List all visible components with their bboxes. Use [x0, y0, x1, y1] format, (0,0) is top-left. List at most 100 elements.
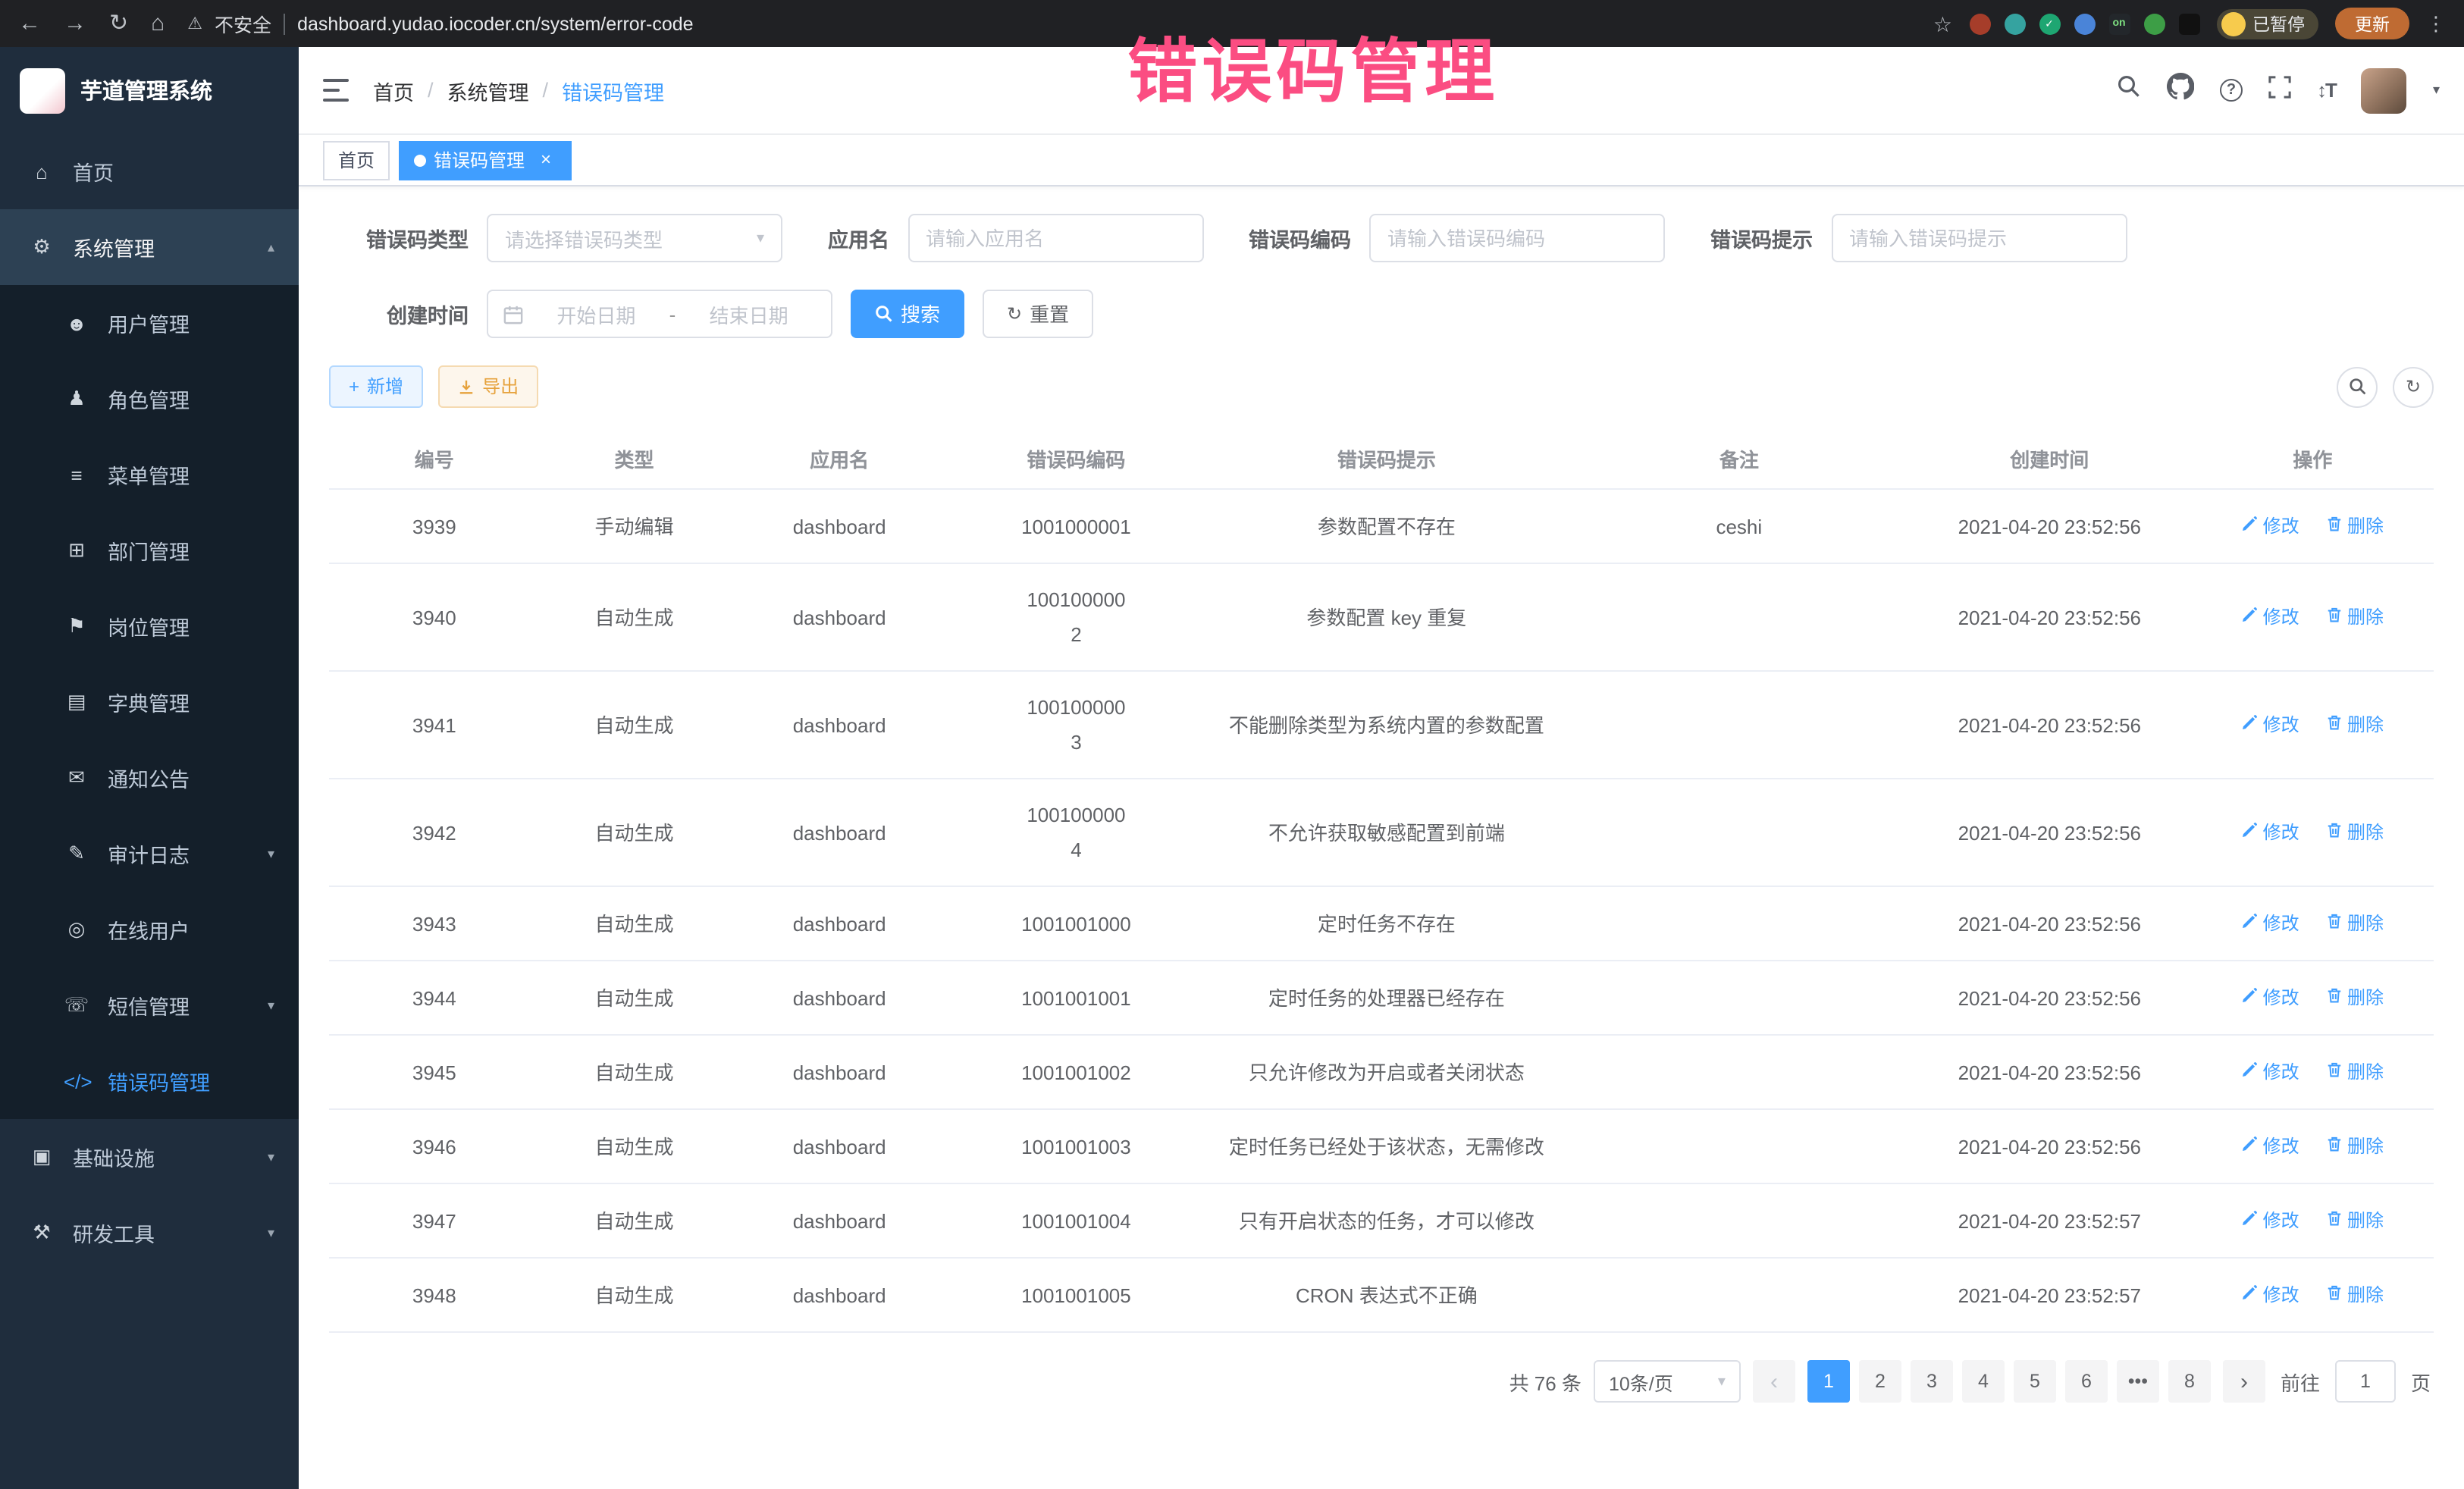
sidebar-item-audit-log[interactable]: ✎ 审计日志 ▾: [0, 816, 299, 892]
error-code-input[interactable]: [1369, 214, 1665, 262]
delete-link[interactable]: 删除: [2326, 1130, 2384, 1165]
sidebar-item-sms[interactable]: ☏ 短信管理 ▾: [0, 967, 299, 1043]
hamburger-icon[interactable]: [323, 79, 349, 102]
user-avatar[interactable]: [2362, 67, 2407, 113]
page-jump-input[interactable]: [2335, 1360, 2396, 1403]
tab-error-code[interactable]: 错误码管理 ×: [399, 140, 572, 180]
next-page-button[interactable]: ›: [2223, 1360, 2265, 1403]
font-size-icon[interactable]: ↕T: [2317, 79, 2336, 102]
breadcrumb-home[interactable]: 首页: [373, 75, 414, 105]
address-bar[interactable]: ⚠ 不安全 dashboard.yudao.iocoder.cn/system/…: [187, 9, 1917, 38]
error-type-select[interactable]: 请选择错误码类型 ▾: [487, 214, 782, 262]
add-button[interactable]: + 新增: [329, 365, 423, 408]
prev-page-button[interactable]: ‹: [1753, 1360, 1795, 1403]
home-icon[interactable]: ⌂: [151, 12, 165, 35]
refresh-table-button[interactable]: ↻: [2393, 366, 2434, 407]
error-hint-input[interactable]: [1831, 214, 2127, 262]
cell-message: 参数配置不存在: [1202, 489, 1571, 563]
extension-icon-4[interactable]: [2074, 13, 2095, 34]
fullscreen-icon[interactable]: [2268, 75, 2291, 105]
search-icon[interactable]: [2117, 74, 2141, 106]
delete-link[interactable]: 删除: [2326, 1204, 2384, 1239]
sidebar-item-dicts[interactable]: ▤ 字典管理: [0, 664, 299, 740]
delete-link[interactable]: 删除: [2326, 816, 2384, 851]
delete-link[interactable]: 删除: [2326, 981, 2384, 1016]
sidebar-item-online-users[interactable]: ◎ 在线用户: [0, 892, 299, 967]
reset-button[interactable]: ↻ 重置: [983, 290, 1093, 338]
cell-message: 定时任务已经处于该状态，无需修改: [1202, 1109, 1571, 1183]
forward-icon[interactable]: →: [64, 12, 86, 35]
edit-link[interactable]: 修改: [2242, 708, 2299, 743]
edit-link[interactable]: 修改: [2242, 1278, 2299, 1313]
cell-code: 1001000001: [950, 489, 1202, 563]
breadcrumb-system[interactable]: 系统管理: [447, 75, 529, 105]
delete-link[interactable]: 删除: [2326, 1278, 2384, 1313]
github-icon[interactable]: [2167, 73, 2194, 108]
app-name-input[interactable]: [908, 214, 1203, 262]
chevron-down-icon[interactable]: ▾: [2433, 82, 2440, 99]
extension-icon-5[interactable]: on: [2108, 13, 2130, 34]
sidebar-item-system[interactable]: ⚙ 系统管理 ▴: [0, 209, 299, 285]
page-button-4[interactable]: 4: [1962, 1360, 2005, 1403]
edit-link[interactable]: 修改: [2242, 816, 2299, 851]
trash-icon: [2326, 1130, 2343, 1165]
reload-icon[interactable]: ↻: [109, 12, 128, 35]
help-icon[interactable]: ?: [2220, 79, 2243, 102]
back-icon[interactable]: ←: [18, 12, 41, 35]
search-button[interactable]: 搜索: [851, 290, 964, 338]
delete-link[interactable]: 删除: [2326, 708, 2384, 743]
sidebar-item-posts[interactable]: ⚑ 岗位管理: [0, 588, 299, 664]
sidebar-item-users[interactable]: ☻ 用户管理: [0, 285, 299, 361]
profile-paused-badge[interactable]: 已暂停: [2216, 8, 2318, 39]
app-logo[interactable]: 芋道管理系统: [0, 47, 299, 133]
sidebar-item-dev-tools[interactable]: ⚒ 研发工具 ▾: [0, 1195, 299, 1271]
page-button-2[interactable]: 2: [1859, 1360, 1901, 1403]
page-button-1[interactable]: 1: [1807, 1360, 1850, 1403]
page-size-select[interactable]: 10条/页 ▾: [1594, 1360, 1741, 1403]
delete-link[interactable]: 删除: [2326, 600, 2384, 635]
edit-link[interactable]: 修改: [2242, 1130, 2299, 1165]
export-button[interactable]: 导出: [438, 365, 538, 408]
tab-home[interactable]: 首页: [323, 140, 390, 180]
extension-icon-2[interactable]: [2004, 13, 2025, 34]
show-search-button[interactable]: [2337, 366, 2378, 407]
edit-link[interactable]: 修改: [2242, 981, 2299, 1016]
page-more-button[interactable]: •••: [2117, 1360, 2159, 1403]
delete-link[interactable]: 删除: [2326, 1055, 2384, 1090]
page-button-8[interactable]: 8: [2168, 1360, 2211, 1403]
delete-link[interactable]: 删除: [2326, 907, 2384, 942]
filter-error-hint: 错误码提示: [1710, 214, 2127, 262]
sidebar-item-notices[interactable]: ✉ 通知公告: [0, 740, 299, 816]
edit-link[interactable]: 修改: [2242, 907, 2299, 942]
filter-label: 应用名: [828, 223, 908, 253]
cell-type: 手动编辑: [540, 489, 729, 563]
extension-icon-6[interactable]: [2143, 13, 2165, 34]
cell-message: 不能删除类型为系统内置的参数配置: [1202, 671, 1571, 779]
edit-link[interactable]: 修改: [2242, 1204, 2299, 1239]
chevron-down-icon: ▾: [268, 997, 274, 1014]
extension-icon-7[interactable]: [2178, 13, 2199, 34]
edit-link[interactable]: 修改: [2242, 1055, 2299, 1090]
chrome-menu-icon[interactable]: ⋮: [2426, 14, 2446, 33]
date-range-picker[interactable]: 开始日期 - 结束日期: [487, 290, 832, 338]
sidebar-item-home[interactable]: ⌂ 首页: [0, 133, 299, 209]
extension-icon-1[interactable]: [1969, 13, 1990, 34]
bookmark-star-icon[interactable]: ☆: [1933, 13, 1952, 34]
page-button-5[interactable]: 5: [2014, 1360, 2056, 1403]
extension-icon-3[interactable]: ✓: [2039, 13, 2060, 34]
cell-actions: 修改 删除: [2192, 886, 2434, 961]
page-button-6[interactable]: 6: [2065, 1360, 2108, 1403]
edit-link[interactable]: 修改: [2242, 600, 2299, 635]
sidebar-item-depts[interactable]: ⊞ 部门管理: [0, 513, 299, 588]
filter-row-2: 创建时间 开始日期 - 结束日期: [329, 290, 2434, 338]
sidebar-item-roles[interactable]: ♟ 角色管理: [0, 361, 299, 437]
sidebar-item-error-code[interactable]: </> 错误码管理: [0, 1043, 299, 1119]
edit-link[interactable]: 修改: [2242, 509, 2299, 544]
table-row-3945: 3945 自动生成 dashboard 1001001002 只允许修改为开启或…: [329, 1035, 2434, 1109]
browser-update-button[interactable]: 更新: [2335, 8, 2409, 39]
delete-link[interactable]: 删除: [2326, 509, 2384, 544]
page-button-3[interactable]: 3: [1911, 1360, 1953, 1403]
sidebar-item-menus[interactable]: ≡ 菜单管理: [0, 437, 299, 513]
close-icon[interactable]: ×: [535, 149, 556, 171]
sidebar-item-infra[interactable]: ▣ 基础设施 ▾: [0, 1119, 299, 1195]
